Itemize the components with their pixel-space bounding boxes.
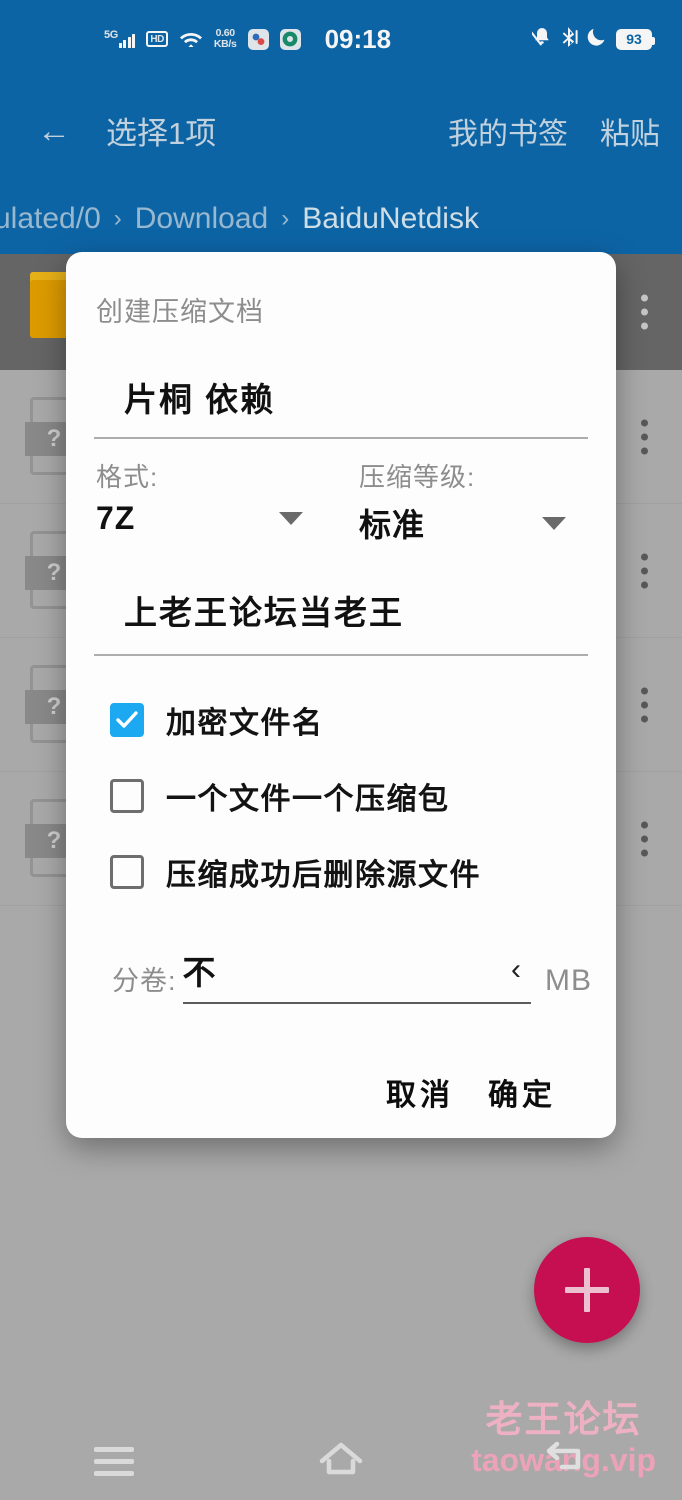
checkbox-checked-icon[interactable] [110,703,144,737]
chevron-left-icon[interactable]: ‹ [511,953,521,987]
format-and-level-row: 格式: 7Z 压缩等级: 标准 [90,439,592,552]
checkbox-row-one-archive-per-file[interactable]: 一个文件一个压缩包 [90,758,592,834]
format-select-group: 格式: 7Z [90,457,329,546]
level-select-group: 压缩等级: 标准 [329,457,592,546]
checkbox-unchecked-icon[interactable] [110,855,144,889]
checkbox-row-delete-source-after[interactable]: 压缩成功后删除源文件 [90,834,592,910]
split-volume-row: 分卷: 不 ‹ MB [90,910,592,1010]
split-volume-unit: MB [545,964,592,997]
level-select[interactable]: 标准 [359,500,592,546]
password-input[interactable]: 上老王论坛当老王 [90,552,592,654]
dialog-body: 片桐 依赖 格式: 7Z 压缩等级: 标准 上老王论坛当老王 加密文件名 一个文… [66,329,616,1122]
archive-name-input[interactable]: 片桐 依赖 [90,329,592,437]
split-volume-input[interactable]: 不 ‹ [182,946,531,1004]
checkbox-label: 一个文件一个压缩包 [166,783,450,816]
format-value: 7Z [96,500,136,536]
confirm-button[interactable]: 确定 [488,1070,556,1114]
chevron-down-icon [279,512,303,525]
format-select[interactable]: 7Z [96,500,329,537]
format-label: 格式: [96,462,159,492]
checkbox-label: 加密文件名 [166,707,324,740]
level-label: 压缩等级: [359,462,476,492]
checkbox-label: 压缩成功后删除源文件 [166,859,481,892]
chevron-down-icon [542,516,566,530]
split-volume-value: 不 [182,954,216,991]
checkbox-unchecked-icon[interactable] [110,779,144,813]
checkbox-row-encrypt-filenames[interactable]: 加密文件名 [90,682,592,758]
level-value: 标准 [359,507,426,543]
dialog-title: 创建压缩文档 [96,297,264,327]
split-volume-label: 分卷: [112,966,177,996]
create-archive-dialog: 创建压缩文档 片桐 依赖 格式: 7Z 压缩等级: 标准 上老王论坛当老王 加密… [66,252,616,1138]
cancel-button[interactable]: 取消 [386,1070,454,1114]
checkbox-group: 加密文件名 一个文件一个压缩包 压缩成功后删除源文件 [90,656,592,910]
dialog-buttons: 取消 确定 [90,1010,592,1122]
